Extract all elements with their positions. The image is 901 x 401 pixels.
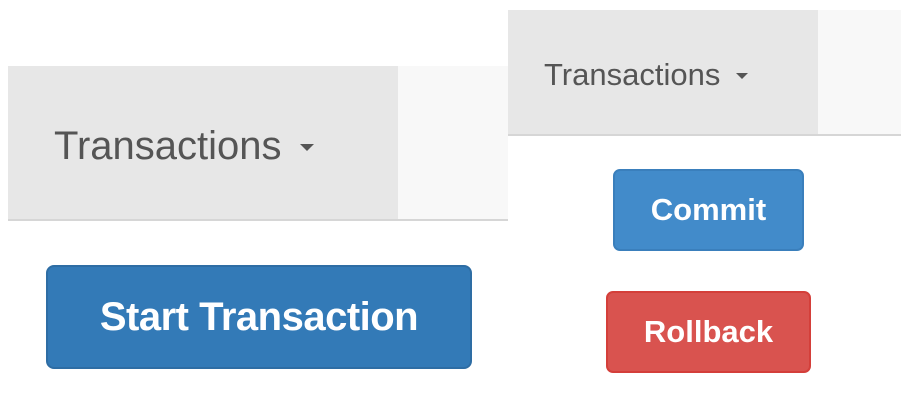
transactions-dropdown-label: Transactions (54, 124, 282, 168)
rollback-button[interactable]: Rollback (606, 291, 811, 373)
small-navbar: Transactions (508, 10, 901, 136)
large-navbar: Transactions (8, 66, 508, 221)
commit-button[interactable]: Commit (613, 169, 804, 251)
start-transaction-button[interactable]: Start Transaction (46, 265, 472, 369)
transactions-dropdown-toggle[interactable]: Transactions (8, 66, 398, 219)
caret-down-icon (300, 144, 314, 151)
transactions-dropdown-label-small: Transactions (544, 57, 721, 92)
caret-down-icon (736, 73, 748, 79)
transactions-dropdown-toggle-small[interactable]: Transactions (508, 10, 818, 134)
